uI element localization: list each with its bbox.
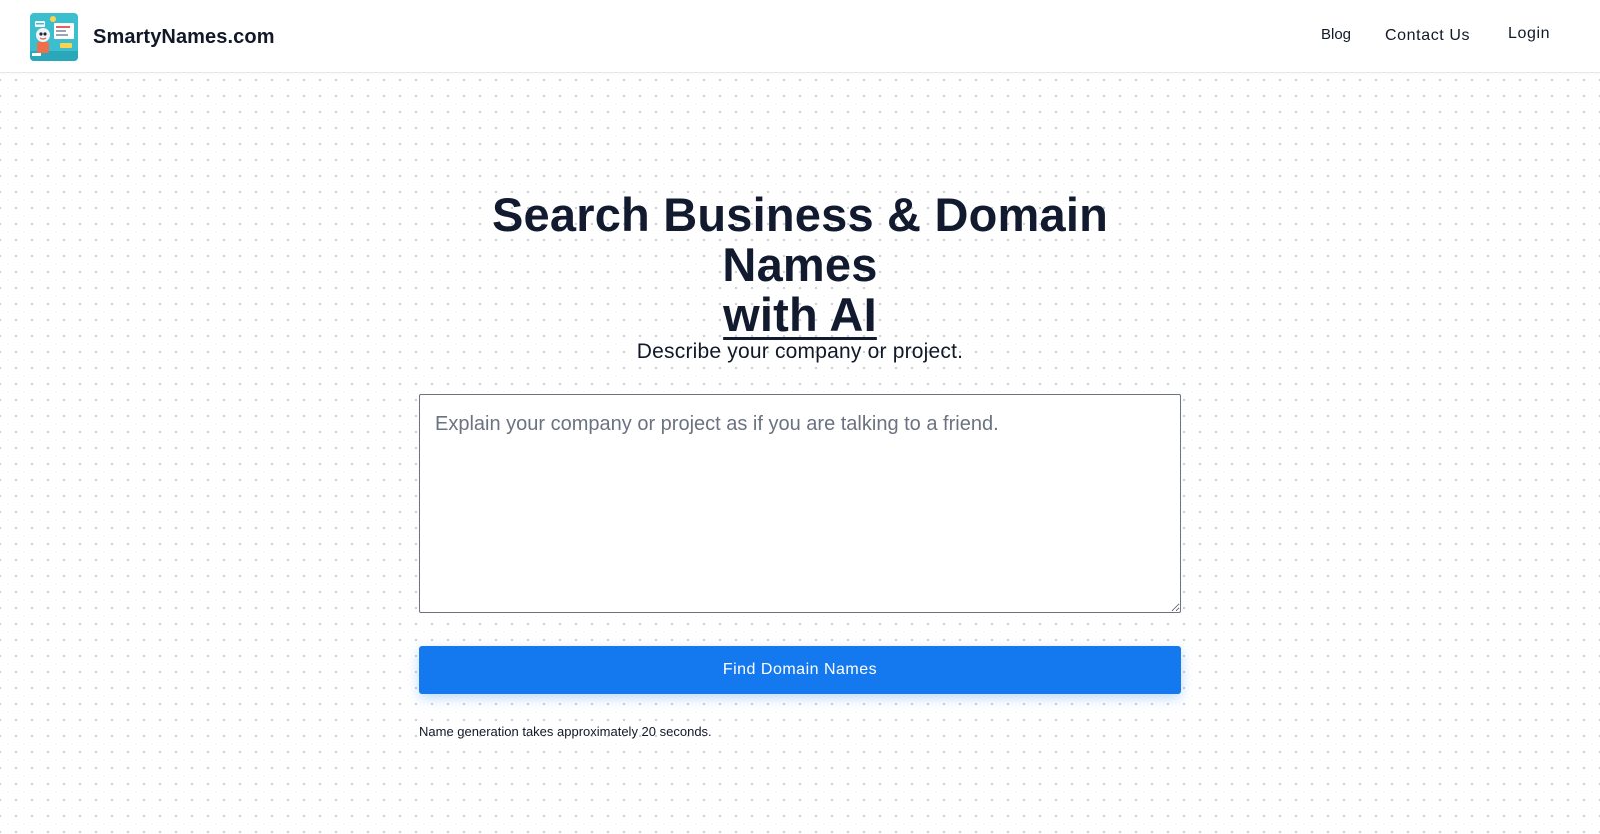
project-description-input[interactable]	[419, 394, 1181, 613]
robot-mascot-logo-icon	[30, 13, 78, 61]
generation-time-note: Name generation takes approximately 20 s…	[419, 724, 712, 739]
home-link[interactable]: SmartyNames.com	[30, 13, 275, 61]
form-instruction: Describe your company or project.	[636, 340, 964, 363]
page-title-line-2: with AI	[723, 288, 877, 341]
nav-blog-link[interactable]: Blog	[1321, 26, 1351, 43]
nav-login-link[interactable]: Login	[1508, 25, 1550, 43]
brand-name: SmartyNames.com	[93, 25, 275, 48]
page-title-line-1: Search Business & Domain Names	[491, 188, 1108, 291]
hero-section: Search Business & Domain Names with AI D…	[419, 190, 1181, 739]
site-header: SmartyNames.com Blog Contact Us Login	[0, 0, 1600, 73]
find-domain-names-button[interactable]: Find Domain Names	[419, 646, 1181, 694]
nav-contact-link[interactable]: Contact Us	[1385, 27, 1470, 45]
page-title: Search Business & Domain Names with AI	[419, 190, 1181, 340]
